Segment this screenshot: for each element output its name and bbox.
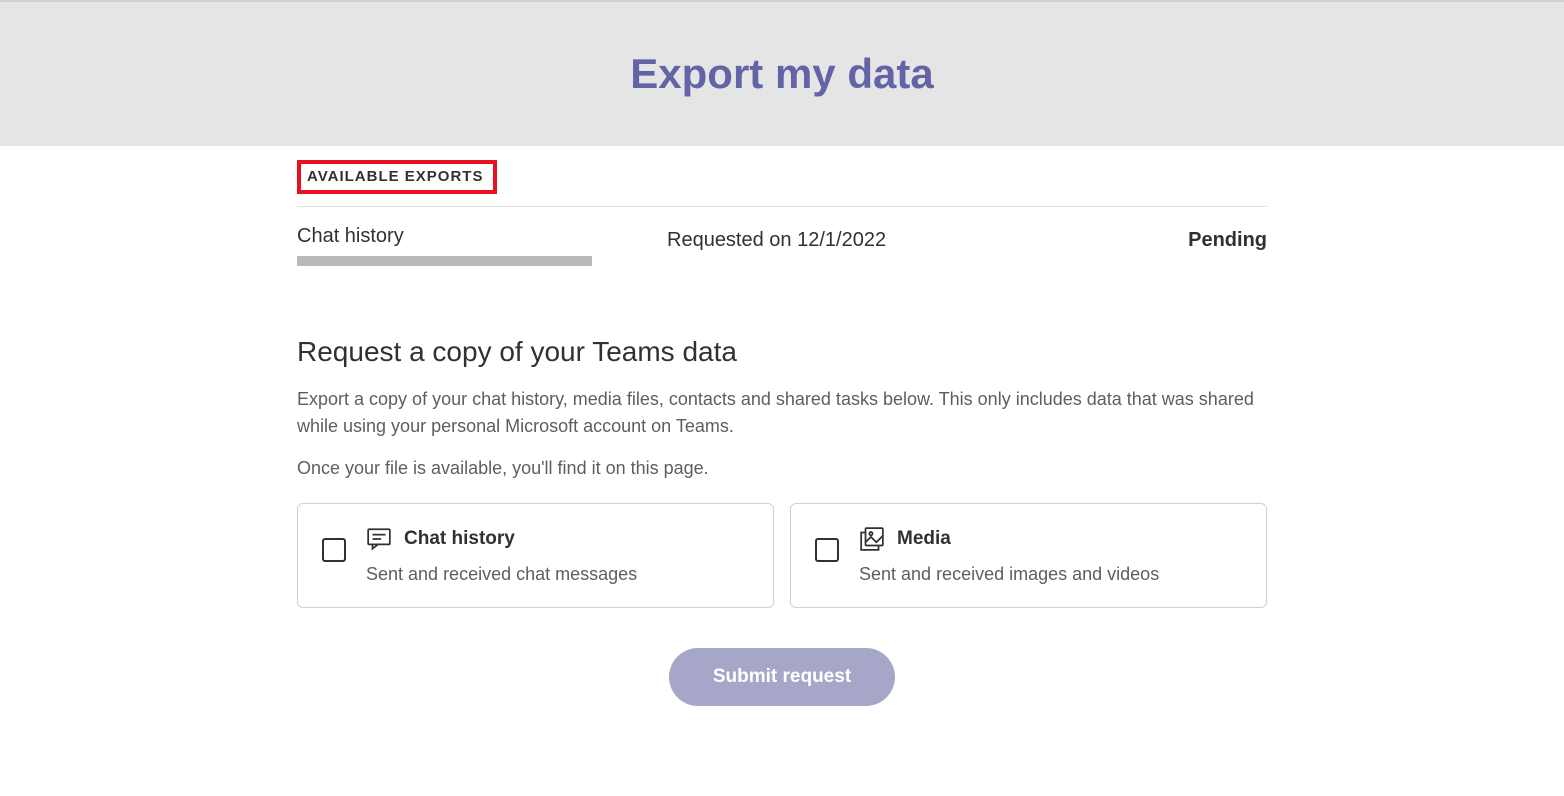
export-name: Chat history xyxy=(297,225,667,248)
option-content-media: Media Sent and received images and video… xyxy=(859,526,1242,585)
request-title: Request a copy of your Teams data xyxy=(297,336,1267,368)
request-note: Once your file is available, you'll find… xyxy=(297,458,1267,479)
option-header-media: Media xyxy=(859,526,1242,552)
header-banner: Export my data xyxy=(0,0,1564,146)
option-subtitle-media: Sent and received images and videos xyxy=(859,564,1242,585)
option-card-media[interactable]: Media Sent and received images and video… xyxy=(790,503,1267,608)
export-row: Chat history Requested on 12/1/2022 Pend… xyxy=(297,207,1267,276)
chat-icon xyxy=(366,526,392,552)
submit-request-button[interactable]: Submit request xyxy=(669,648,895,706)
option-title-media: Media xyxy=(897,528,951,550)
export-left: Chat history xyxy=(297,225,667,266)
available-exports-highlight: AVAILABLE EXPORTS xyxy=(297,160,497,194)
checkbox-chat-history[interactable] xyxy=(322,538,346,562)
available-exports-header: AVAILABLE EXPORTS xyxy=(297,160,1267,207)
content-area: AVAILABLE EXPORTS Chat history Requested… xyxy=(287,160,1277,706)
export-requested-date: Requested on 12/1/2022 xyxy=(667,225,1188,252)
option-content-chat: Chat history Sent and received chat mess… xyxy=(366,526,749,585)
option-title-chat: Chat history xyxy=(404,528,515,550)
option-cards: Chat history Sent and received chat mess… xyxy=(297,503,1267,608)
option-header-chat: Chat history xyxy=(366,526,749,552)
request-section: Request a copy of your Teams data Export… xyxy=(297,336,1267,706)
option-subtitle-chat: Sent and received chat messages xyxy=(366,564,749,585)
option-card-chat-history[interactable]: Chat history Sent and received chat mess… xyxy=(297,503,774,608)
request-description: Export a copy of your chat history, medi… xyxy=(297,386,1267,440)
export-status: Pending xyxy=(1188,225,1267,252)
media-icon xyxy=(859,526,885,552)
export-progress-bar xyxy=(297,256,592,266)
page-title: Export my data xyxy=(0,50,1564,98)
checkbox-media[interactable] xyxy=(815,538,839,562)
available-exports-label: AVAILABLE EXPORTS xyxy=(307,168,483,185)
submit-wrapper: Submit request xyxy=(297,648,1267,706)
